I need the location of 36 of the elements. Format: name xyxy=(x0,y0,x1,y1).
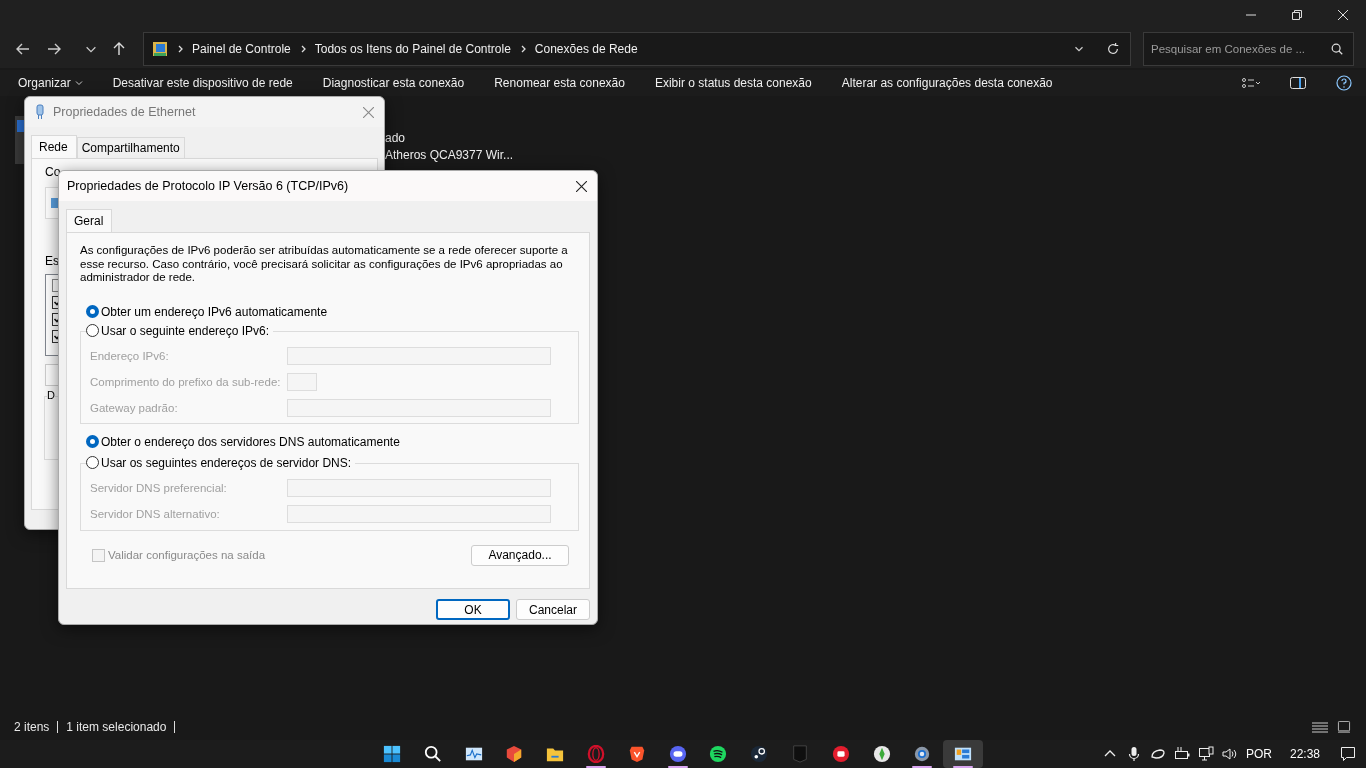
toolbar-command[interactable]: Alterar as configurações desta conexão xyxy=(841,76,1053,90)
breadcrumb[interactable]: Todos os Itens do Painel de Controle xyxy=(314,42,511,56)
address-bar[interactable]: Painel de Controle Todos os Itens do Painel de Controle Conexões de Rede xyxy=(143,32,1131,66)
advanced-button[interactable]: Avançado... xyxy=(471,544,569,566)
ok-button[interactable]: OK xyxy=(436,599,510,620)
field-label: Servidor DNS preferencial: xyxy=(90,481,228,494)
tab[interactable]: Rede xyxy=(31,135,77,158)
adapter-label: ado xyxy=(385,130,407,147)
dialog-title: Propriedades de Ethernet xyxy=(53,105,196,119)
description-text: As configurações de IPv6 poderão ser atribuídas automaticamente se a rede oferecer suporte a esse recurso. Caso contrário, você precisará solicitar as configurações de IPv6 apropriadas ao administrador de rede. xyxy=(80,244,569,285)
toolbar-command[interactable]: Desativar este dispositivo de rede xyxy=(112,76,293,90)
toolbar-command[interactable]: Renomear esta conexão xyxy=(494,76,625,90)
breadcrumb[interactable]: Conexões de Rede xyxy=(534,42,638,56)
input-language[interactable]: POR xyxy=(1245,747,1272,761)
components-label: Es xyxy=(45,254,59,268)
search-field[interactable]: Pesquisar em Conexões de ... xyxy=(1143,32,1354,66)
radio-option[interactable]: Usar o seguinte endereço IPv6: xyxy=(86,323,274,338)
field-label: Comprimento do prefixo da sub-rede: xyxy=(90,375,282,388)
clock[interactable]: 22:38 xyxy=(1289,747,1320,761)
cancel-button[interactable]: Cancelar xyxy=(516,599,590,620)
field-label: Servidor DNS alternativo: xyxy=(90,507,221,520)
breadcrumb[interactable]: Painel de Controle xyxy=(192,42,291,56)
toolbar-command[interactable]: Diagnosticar esta conexão xyxy=(322,76,465,90)
field-label: Gateway padrão: xyxy=(90,401,179,414)
organize-menu[interactable]: Organizar xyxy=(18,76,83,90)
group-label: D xyxy=(47,389,55,401)
status-text: 1 item selecionado xyxy=(66,720,167,734)
radio-option[interactable]: Usar os seguintes endereços de servidor DNS: xyxy=(86,455,356,470)
tab[interactable]: Compartilhamento xyxy=(76,137,185,158)
adapter-label: Atheros QCA9377 Wir... xyxy=(385,147,514,164)
connect-label: Co xyxy=(45,165,61,179)
status-text: 2 itens xyxy=(14,720,50,734)
tab[interactable]: Geral xyxy=(66,209,113,232)
field-label: Endereço IPv6: xyxy=(90,349,170,362)
dialog-title: Propriedades de Protocolo IP Versão 6 (TCP/IPv6) xyxy=(67,179,349,193)
toolbar-command[interactable]: Exibir o status desta conexão xyxy=(654,76,812,90)
